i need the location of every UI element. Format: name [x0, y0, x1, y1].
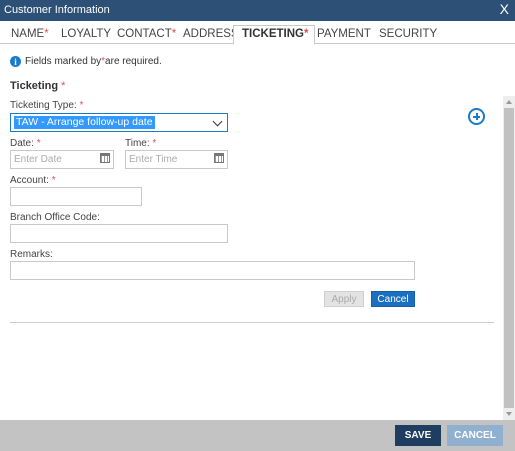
- vertical-scrollbar[interactable]: [503, 96, 515, 420]
- ticketing-type-value: TAW - Arrange follow-up date: [14, 116, 155, 129]
- account-label: Account: *: [10, 175, 56, 186]
- tab-payment[interactable]: PAYMENT: [317, 26, 371, 44]
- save-button[interactable]: SAVE: [395, 425, 441, 446]
- cancel-ticketing-button[interactable]: Cancel: [371, 291, 415, 307]
- info-text-after: are required.: [105, 56, 162, 67]
- tab-name[interactable]: NAME*: [11, 26, 49, 44]
- scrollbar-thumb[interactable]: [504, 108, 514, 408]
- close-icon[interactable]: X: [500, 1, 509, 17]
- calendar-icon[interactable]: [100, 153, 110, 163]
- scroll-up-arrow-icon[interactable]: [506, 100, 512, 104]
- divider: [10, 322, 494, 323]
- clock-calendar-icon[interactable]: [214, 153, 224, 163]
- tab-loyalty[interactable]: LOYALTY: [61, 26, 111, 44]
- required-fields-note: i Fields marked by * are required.: [10, 55, 162, 68]
- section-title: Ticketing *: [10, 80, 65, 92]
- section-title-text: Ticketing: [10, 80, 59, 92]
- remarks-label: Remarks:: [10, 249, 53, 260]
- info-icon: i: [10, 56, 21, 67]
- tab-security[interactable]: SECURITY: [379, 26, 437, 44]
- time-field-wrapper: [125, 150, 228, 169]
- date-input[interactable]: [10, 150, 114, 169]
- time-input[interactable]: [125, 150, 228, 169]
- scroll-region: [0, 96, 515, 420]
- tab-ticketing[interactable]: TICKETING*: [233, 25, 316, 45]
- tab-bar: NAME* LOYALTY CONTACT* ADDRESS TICKETING…: [0, 25, 515, 45]
- plus-circle-icon[interactable]: [468, 108, 485, 125]
- scroll-down-arrow-icon[interactable]: [506, 412, 512, 416]
- tab-address[interactable]: ADDRESS: [183, 26, 239, 44]
- window-title: Customer Information: [4, 4, 110, 16]
- cancel-button[interactable]: CANCEL: [447, 425, 503, 446]
- remarks-input[interactable]: [10, 261, 415, 280]
- time-label: Time: *: [125, 138, 157, 149]
- ticketing-type-label: Ticketing Type: *: [10, 100, 84, 111]
- apply-button[interactable]: Apply: [324, 291, 364, 307]
- date-label: Date: *: [10, 138, 41, 149]
- info-text-before: Fields marked by: [25, 56, 102, 67]
- tab-contact[interactable]: CONTACT*: [117, 26, 176, 44]
- date-field-wrapper: [10, 150, 114, 169]
- ticketing-type-select[interactable]: TAW - Arrange follow-up date: [10, 113, 228, 132]
- branch-office-code-input[interactable]: [10, 224, 228, 243]
- account-input[interactable]: [10, 187, 142, 206]
- chevron-down-icon: [212, 116, 223, 127]
- window-titlebar: Customer Information X: [0, 0, 515, 21]
- section-required-mark: *: [61, 80, 66, 92]
- branch-office-code-label: Branch Office Code:: [10, 212, 100, 223]
